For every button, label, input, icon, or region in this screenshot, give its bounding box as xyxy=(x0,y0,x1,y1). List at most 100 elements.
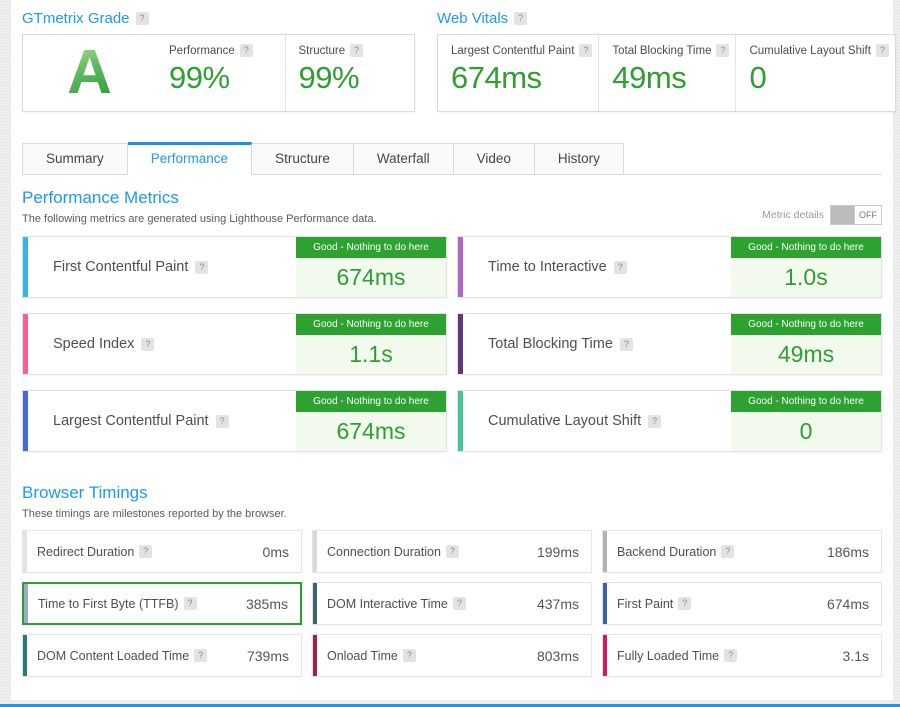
metric-value: 1.0s xyxy=(731,258,881,297)
tab-history[interactable]: History xyxy=(535,143,624,174)
performance-metric-grid: First Contentful Paint Good - Nothing to… xyxy=(22,236,882,452)
score-value: 99% xyxy=(299,60,409,96)
metric-result: Good - Nothing to do here 0 xyxy=(731,391,881,451)
tab-video[interactable]: Video xyxy=(454,143,535,174)
help-icon[interactable] xyxy=(716,44,729,57)
help-icon[interactable] xyxy=(240,44,253,57)
gtmetrix-report: GTmetrix Grade A Performance 99% Structu… xyxy=(11,0,893,700)
timing-value: 3.1s xyxy=(843,648,881,664)
left-gutter xyxy=(0,0,11,707)
timing-label: Connection Duration xyxy=(317,545,459,559)
timing-card: First Paint 674ms xyxy=(602,582,882,625)
help-icon[interactable] xyxy=(648,415,661,428)
metric-details-toggle[interactable]: OFF xyxy=(830,205,882,225)
tab-summary[interactable]: Summary xyxy=(22,143,128,174)
timing-value: 739ms xyxy=(247,648,301,664)
help-icon[interactable] xyxy=(721,545,734,558)
timing-label: Fully Loaded Time xyxy=(607,649,737,663)
timing-value: 186ms xyxy=(827,544,881,560)
help-icon[interactable] xyxy=(724,649,737,662)
tab-waterfall[interactable]: Waterfall xyxy=(354,143,454,174)
timing-label-text: DOM Content Loaded Time xyxy=(37,649,189,663)
metric-value: 674ms xyxy=(296,412,446,451)
help-icon[interactable] xyxy=(216,415,229,428)
metric-result: Good - Nothing to do here 674ms xyxy=(296,391,446,451)
metric-label: Cumulative Layout Shift xyxy=(463,391,731,451)
timing-label: DOM Interactive Time xyxy=(317,597,466,611)
score-cell-label: Largest Contentful Paint xyxy=(451,44,592,57)
score-label-text: Structure xyxy=(299,45,346,57)
performance-metric-card: First Contentful Paint Good - Nothing to… xyxy=(22,236,447,298)
tab-bar: Summary Performance Structure Waterfall … xyxy=(22,142,882,175)
browser-timings-header: Browser Timings These timings are milest… xyxy=(22,483,882,520)
score-value: 99% xyxy=(169,60,279,96)
help-icon[interactable] xyxy=(514,12,527,25)
grade-score-cells: Performance 99% Structure 99% xyxy=(156,35,414,111)
timing-value: 437ms xyxy=(537,596,591,612)
metric-label: First Contentful Paint xyxy=(28,237,296,297)
score-cell-label: Total Blocking Time xyxy=(612,44,729,57)
timing-label-text: Connection Duration xyxy=(327,545,441,559)
timing-card: Fully Loaded Time 3.1s xyxy=(602,634,882,677)
metric-label-text: Time to Interactive xyxy=(488,259,607,275)
help-icon[interactable] xyxy=(876,44,889,57)
vitals-title-text: Web Vitals xyxy=(437,10,508,27)
score-value: 674ms xyxy=(451,60,592,96)
help-icon[interactable] xyxy=(136,12,149,25)
help-icon[interactable] xyxy=(194,649,207,662)
score-label-text: Cumulative Layout Shift xyxy=(749,45,870,57)
metric-label-text: Total Blocking Time xyxy=(488,336,613,352)
vitals-section-title: Web Vitals xyxy=(437,10,896,27)
help-icon[interactable] xyxy=(446,545,459,558)
timing-label-text: Onload Time xyxy=(327,649,398,663)
timing-card: DOM Content Loaded Time 739ms xyxy=(22,634,302,677)
performance-metric-card: Time to Interactive Good - Nothing to do… xyxy=(457,236,882,298)
help-icon[interactable] xyxy=(141,338,154,351)
metric-label-text: Speed Index xyxy=(53,336,134,352)
performance-metric-card: Speed Index Good - Nothing to do here 1.… xyxy=(22,313,447,375)
timing-card: Redirect Duration 0ms xyxy=(22,530,302,573)
grade-section-title: GTmetrix Grade xyxy=(22,10,415,27)
metric-value: 1.1s xyxy=(296,335,446,374)
timing-label-text: Time to First Byte (TTFB) xyxy=(38,597,179,611)
timing-label-text: First Paint xyxy=(617,597,673,611)
scoreboard: GTmetrix Grade A Performance 99% Structu… xyxy=(22,8,882,112)
help-icon[interactable] xyxy=(614,261,627,274)
help-icon[interactable] xyxy=(184,597,197,610)
toggle-state: OFF xyxy=(855,206,881,224)
metric-label: Time to Interactive xyxy=(463,237,731,297)
metric-result: Good - Nothing to do here 1.0s xyxy=(731,237,881,297)
score-cell-label: Structure xyxy=(299,44,409,57)
metric-details-toggle-wrap: Metric details OFF xyxy=(762,205,882,225)
score-cell: Cumulative Layout Shift 0 xyxy=(735,35,894,111)
timing-card: Onload Time 803ms xyxy=(312,634,592,677)
metric-label: Total Blocking Time xyxy=(463,314,731,374)
score-cell: Structure 99% xyxy=(285,35,415,111)
tab-structure[interactable]: Structure xyxy=(252,143,354,174)
metric-result: Good - Nothing to do here 49ms xyxy=(731,314,881,374)
performance-metric-card: Cumulative Layout Shift Good - Nothing t… xyxy=(457,390,882,452)
timing-value: 199ms xyxy=(537,544,591,560)
tab-performance[interactable]: Performance xyxy=(128,142,252,175)
performance-metric-card: Largest Contentful Paint Good - Nothing … xyxy=(22,390,447,452)
score-label-text: Performance xyxy=(169,45,235,57)
metric-label: Speed Index xyxy=(28,314,296,374)
performance-metrics-header: Performance Metrics The following metric… xyxy=(22,188,882,225)
help-icon[interactable] xyxy=(678,597,691,610)
timing-card: Time to First Byte (TTFB) 385ms xyxy=(22,582,302,625)
metric-label-text: First Contentful Paint xyxy=(53,259,188,275)
score-cell: Performance 99% xyxy=(156,35,285,111)
help-icon[interactable] xyxy=(453,597,466,610)
help-icon[interactable] xyxy=(579,44,592,57)
help-icon[interactable] xyxy=(195,261,208,274)
help-icon[interactable] xyxy=(139,545,152,558)
timing-value: 0ms xyxy=(263,544,301,560)
help-icon[interactable] xyxy=(403,649,416,662)
timing-label: Backend Duration xyxy=(607,545,734,559)
browser-timings-subtitle: These timings are milestones reported by… xyxy=(22,508,882,520)
help-icon[interactable] xyxy=(350,44,363,57)
help-icon[interactable] xyxy=(620,338,633,351)
browser-timing-grid: Redirect Duration 0ms Connection Duratio… xyxy=(22,530,882,677)
web-vitals-section: Web Vitals Largest Contentful Paint 674m… xyxy=(437,8,896,112)
tab-label: Structure xyxy=(275,151,330,166)
